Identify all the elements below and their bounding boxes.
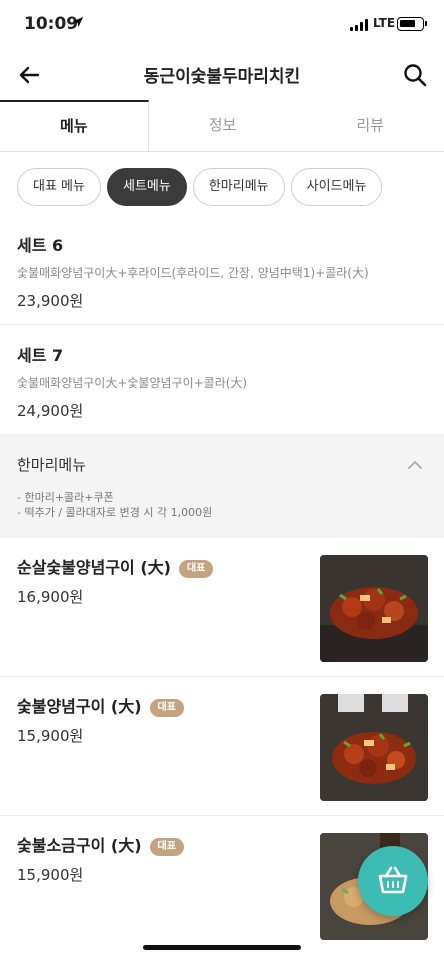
chip-signature-menu[interactable]: 대표 메뉴 <box>17 168 101 206</box>
tab-bar: 메뉴 정보 리뷰 <box>0 100 444 152</box>
signal-icon <box>350 19 370 31</box>
item-price: 15,900원 <box>17 727 84 745</box>
search-icon[interactable] <box>400 60 430 90</box>
item-description: 숯불매화양념구이大+후라이드(후라이드, 간장, 양념中택1)+콜라(大) <box>17 266 369 280</box>
app-header: 동근이숯불두마리치킨 <box>0 48 444 100</box>
item-price: 16,900원 <box>17 588 84 606</box>
chip-set-menu[interactable]: 세트메뉴 <box>106 168 187 206</box>
signature-badge: 대표 <box>149 838 184 856</box>
chicken-photo <box>320 555 428 662</box>
item-price: 15,900원 <box>17 866 84 884</box>
section-header[interactable]: 한마리메뉴 - 한마리+콜라+쿠폰 - 떡추가 / 콜라대자로 변경 시 각 1… <box>0 434 444 538</box>
cart-icon <box>378 866 408 894</box>
section-note: - 떡추가 / 콜라대자로 변경 시 각 1,000원 <box>17 506 213 519</box>
cart-button[interactable] <box>358 846 428 916</box>
item-description: 숯불매화양념구이大+숯불양념구이+콜라(大) <box>17 376 248 390</box>
menu-item[interactable]: 숯불양념구이 (大) 대표 15,900원 <box>0 677 444 816</box>
tab-reviews[interactable]: 리뷰 <box>296 100 444 151</box>
item-name: 숯불양념구이 (大) <box>17 697 142 716</box>
status-bar: 10:09 LTE <box>0 0 444 48</box>
section-notes: - 한마리+콜라+쿠폰 - 떡추가 / 콜라대자로 변경 시 각 1,000원 <box>17 490 212 520</box>
page-title: 동근이숯불두마리치킨 <box>143 67 301 87</box>
divider <box>0 324 444 325</box>
chicken-photo <box>320 694 428 801</box>
item-price: 23,900원 <box>17 292 84 310</box>
chip-single-menu[interactable]: 한마리메뉴 <box>192 168 285 206</box>
item-name: 숯불소금구이 (大) <box>17 836 142 855</box>
set-item[interactable]: 세트 6 숯불매화양념구이大+후라이드(후라이드, 간장, 양념中택1)+콜라(… <box>0 232 444 311</box>
category-chips: 대표 메뉴 세트메뉴 한마리메뉴 사이드메뉴 <box>17 168 383 206</box>
tab-info[interactable]: 정보 <box>149 100 297 151</box>
menu-item[interactable]: 순살숯불양념구이 (大) 대표 16,900원 <box>0 538 444 677</box>
chip-side-menu[interactable]: 사이드메뉴 <box>290 168 383 206</box>
section-note: - 한마리+콜라+쿠폰 <box>17 491 114 504</box>
home-indicator <box>143 945 301 950</box>
tab-menu[interactable]: 메뉴 <box>0 100 149 151</box>
network-label: LTE <box>373 16 396 30</box>
item-price: 24,900원 <box>17 402 84 420</box>
item-name: 세트 7 <box>17 346 64 365</box>
section-title: 한마리메뉴 <box>17 456 87 474</box>
item-name: 순살숯불양념구이 (大) <box>17 558 171 577</box>
chevron-up-icon[interactable] <box>406 456 424 474</box>
item-name: 세트 6 <box>17 236 64 255</box>
signature-badge: 대표 <box>178 560 214 578</box>
location-arrow-icon <box>73 17 83 27</box>
status-time: 10:09 <box>24 14 79 34</box>
set-item[interactable]: 세트 7 숯불매화양념구이大+숯불양념구이+콜라(大) 24,900원 <box>0 342 444 421</box>
battery-icon <box>397 17 427 31</box>
signature-badge: 대표 <box>149 699 184 717</box>
